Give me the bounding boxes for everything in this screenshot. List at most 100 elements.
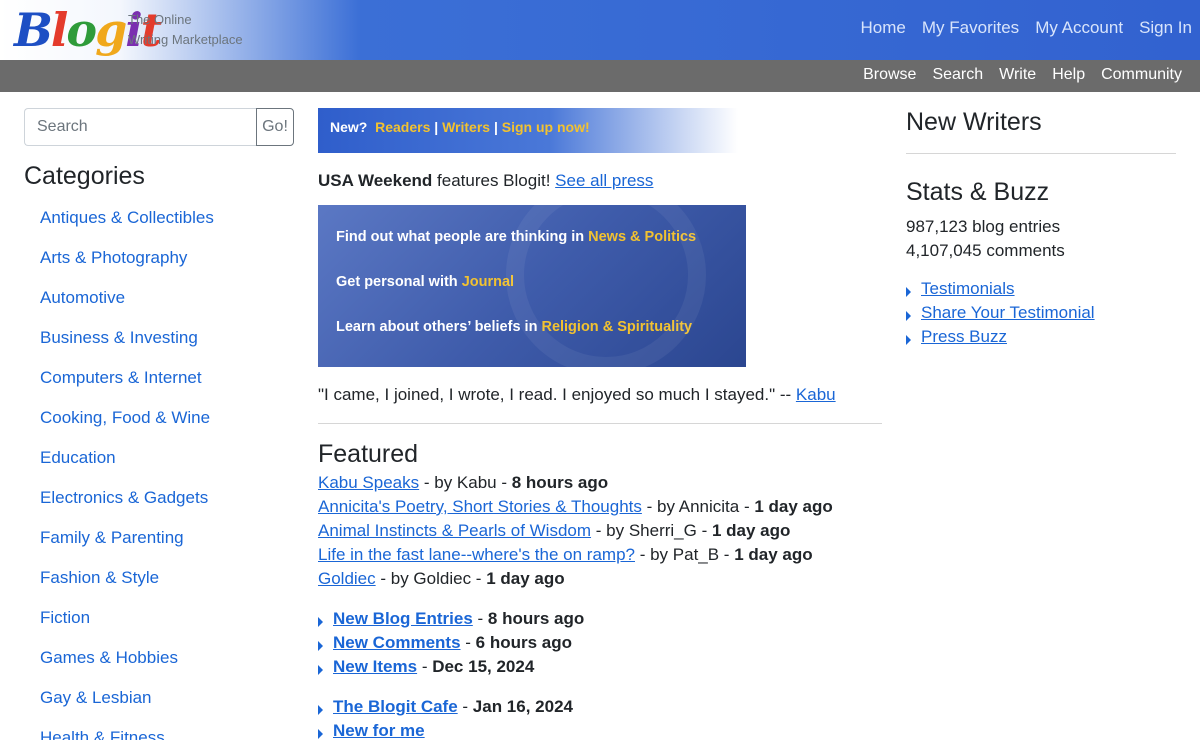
new-writers-heading: New Writers (906, 108, 1176, 154)
new-items-link[interactable]: New Items (333, 657, 417, 676)
category-cooking[interactable]: Cooking, Food & Wine (40, 408, 210, 427)
category-item: Fashion & Style (40, 568, 214, 608)
featured-author: - by Sherri_G - (591, 521, 712, 540)
promo-banner[interactable]: Find out what people are thinking in New… (318, 205, 746, 367)
category-games[interactable]: Games & Hobbies (40, 648, 178, 667)
logo-letter: l (50, 3, 69, 57)
update-time: Dec 15, 2024 (432, 657, 535, 676)
categories-list: Antiques & Collectibles Arts & Photograp… (40, 208, 214, 740)
cafe-time: Jan 16, 2024 (472, 697, 573, 716)
banner-writers-link[interactable]: Writers (442, 119, 490, 135)
press-line: USA Weekend features Blogit! See all pre… (318, 171, 882, 191)
banner-separator: | (493, 119, 498, 135)
category-item: Computers & Internet (40, 368, 214, 408)
separator: - (457, 697, 473, 716)
logo-letter: o (66, 3, 97, 57)
subnav-write[interactable]: Write (999, 66, 1036, 84)
promo-text: Get personal with (336, 274, 462, 290)
list-item: Kabu Speaks - by Kabu - 8 hours ago (318, 473, 882, 497)
category-item: Games & Hobbies (40, 648, 214, 688)
testimonials-link[interactable]: Testimonials (921, 279, 1015, 298)
list-item: Testimonials (906, 279, 1176, 303)
featured-author: - by Annicita - (641, 497, 755, 516)
category-item: Education (40, 448, 214, 488)
category-fashion[interactable]: Fashion & Style (40, 568, 159, 587)
category-item: Fiction (40, 608, 214, 648)
comments-count: 4,107,045 comments (906, 241, 1065, 260)
banner-signup-link[interactable]: Sign up now! (502, 119, 590, 135)
search-form: Go! (24, 108, 294, 146)
category-education[interactable]: Education (40, 448, 116, 467)
category-health[interactable]: Health & Fitness (40, 728, 165, 740)
featured-author: - by Goldiec - (375, 569, 487, 588)
sub-nav: Browse Search Write Help Community (847, 66, 1182, 84)
list-item: Goldiec - by Goldiec - 1 day ago (318, 569, 882, 593)
banner-new-label: New? (330, 119, 368, 135)
category-item: Automotive (40, 288, 214, 328)
list-item: Share Your Testimonial (906, 303, 1176, 327)
list-item: New Blog Entries - 8 hours ago (318, 609, 882, 633)
tagline: The Online Writing Marketplace (128, 10, 243, 50)
subnav-browse[interactable]: Browse (863, 66, 916, 84)
category-item: Antiques & Collectibles (40, 208, 214, 248)
featured-blog-link[interactable]: Annicita's Poetry, Short Stories & Thoug… (318, 497, 642, 516)
share-testimonial-link[interactable]: Share Your Testimonial (921, 303, 1095, 322)
new-blog-entries-link[interactable]: New Blog Entries (333, 609, 473, 628)
nav-home[interactable]: Home (861, 18, 906, 38)
go-button[interactable]: Go! (256, 108, 294, 146)
featured-blog-link[interactable]: Kabu Speaks (318, 473, 419, 492)
category-item: Gay & Lesbian (40, 688, 214, 728)
list-item: New Items - Dec 15, 2024 (318, 657, 882, 681)
categories-heading: Categories (24, 162, 145, 190)
category-automotive[interactable]: Automotive (40, 288, 125, 307)
quote-text: "I came, I joined, I wrote, I read. I en… (318, 385, 796, 404)
press-text: features Blogit! (432, 171, 556, 190)
press-buzz-link[interactable]: Press Buzz (921, 327, 1007, 346)
blogit-cafe-link[interactable]: The Blogit Cafe (333, 697, 458, 716)
banner-separator: | (434, 119, 439, 135)
stats-buzz-heading: Stats & Buzz (906, 178, 1050, 206)
nav-my-account[interactable]: My Account (1035, 18, 1123, 38)
list-item: Animal Instincts & Pearls of Wisdom - by… (318, 521, 882, 545)
logo-letter: g (95, 3, 127, 57)
cafe-list: The Blogit Cafe - Jan 16, 2024 New for m… (318, 697, 882, 740)
featured-blog-link[interactable]: Animal Instincts & Pearls of Wisdom (318, 521, 591, 540)
nav-my-favorites[interactable]: My Favorites (922, 18, 1019, 38)
subnav-search[interactable]: Search (932, 66, 983, 84)
category-gay-lesbian[interactable]: Gay & Lesbian (40, 688, 152, 707)
subnav-community[interactable]: Community (1101, 66, 1182, 84)
category-fiction[interactable]: Fiction (40, 608, 90, 627)
featured-blog-link[interactable]: Life in the fast lane--where's the on ra… (318, 545, 635, 564)
featured-list: Kabu Speaks - by Kabu - 8 hours ago Anni… (318, 473, 882, 593)
featured-time: 1 day ago (734, 545, 813, 564)
subnav-help[interactable]: Help (1052, 66, 1085, 84)
featured-author: - by Pat_B - (634, 545, 735, 564)
featured-heading: Featured (318, 440, 419, 468)
featured-time: 1 day ago (754, 497, 833, 516)
separator: - (417, 657, 433, 676)
list-item: Annicita's Poetry, Short Stories & Thoug… (318, 497, 882, 521)
logo-letter: B (14, 3, 53, 57)
stats: 987,123 blog entries 4,107,045 comments (906, 215, 1176, 263)
updates-list: New Blog Entries - 8 hours ago New Comme… (318, 609, 882, 681)
list-item: Press Buzz (906, 327, 1176, 351)
category-business[interactable]: Business & Investing (40, 328, 198, 347)
top-nav: Home My Favorites My Account Sign In (845, 18, 1192, 38)
see-all-press-link[interactable]: See all press (555, 171, 653, 190)
signup-banner: New? Readers | Writers | Sign up now! (318, 108, 738, 153)
category-computers[interactable]: Computers & Internet (40, 368, 202, 387)
new-for-me-link[interactable]: New for me (333, 721, 425, 740)
new-comments-link[interactable]: New Comments (333, 633, 461, 652)
category-family[interactable]: Family & Parenting (40, 528, 184, 547)
banner-readers-link[interactable]: Readers (375, 119, 430, 135)
quote-author-link[interactable]: Kabu (796, 385, 836, 404)
category-antiques[interactable]: Antiques & Collectibles (40, 208, 214, 227)
update-time: 8 hours ago (487, 609, 585, 628)
category-item: Electronics & Gadgets (40, 488, 214, 528)
featured-blog-link[interactable]: Goldiec (318, 569, 376, 588)
search-input[interactable] (24, 108, 256, 146)
buzz-links: Testimonials Share Your Testimonial Pres… (906, 279, 1176, 351)
category-electronics[interactable]: Electronics & Gadgets (40, 488, 208, 507)
nav-sign-in[interactable]: Sign In (1139, 18, 1192, 38)
category-arts[interactable]: Arts & Photography (40, 248, 187, 267)
